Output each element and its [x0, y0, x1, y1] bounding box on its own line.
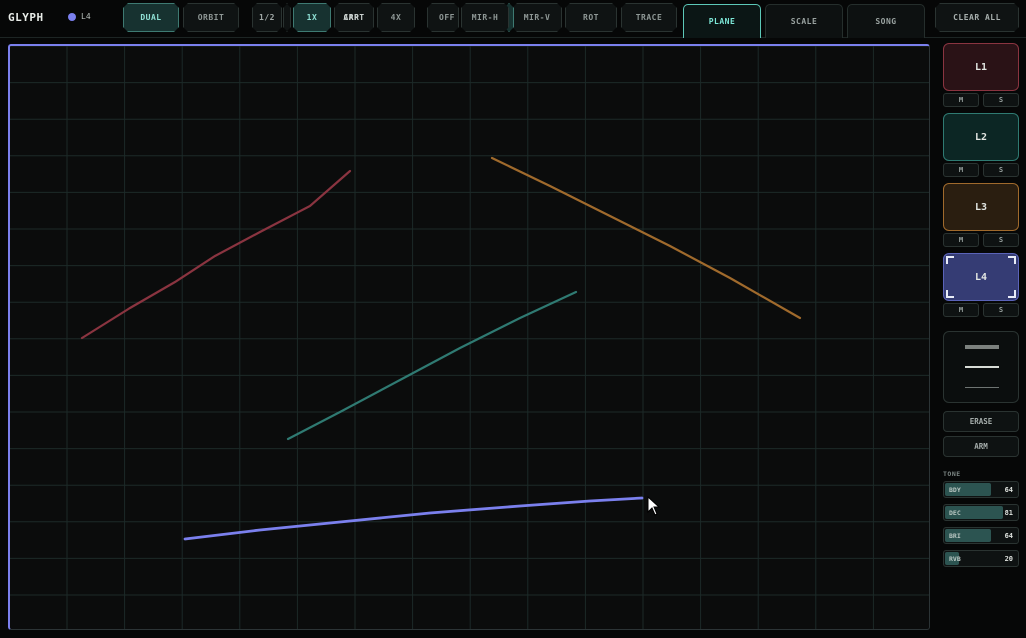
- stroke-l4[interactable]: [183, 496, 644, 541]
- erase-button[interactable]: ERASE: [943, 411, 1019, 432]
- stroke-l3[interactable]: [490, 156, 802, 320]
- layer-tile-label: L2: [974, 131, 988, 143]
- layer-tile-label: L4: [974, 271, 988, 283]
- mirror-horizontal-button[interactable]: MIR-H: [461, 3, 509, 32]
- mute-button-l1[interactable]: M: [943, 93, 979, 107]
- selection-corner-icon: [946, 290, 954, 298]
- tone-section-label: TONE: [943, 470, 961, 478]
- layer-tile-label: L1: [974, 61, 988, 73]
- slider-label: DEC: [949, 509, 961, 517]
- speed-half-button[interactable]: 1/2: [252, 3, 282, 32]
- mouse-cursor-icon: [647, 496, 661, 516]
- off-button[interactable]: OFF: [427, 3, 459, 32]
- tone-slider-body[interactable]: BDY 64: [943, 481, 1019, 498]
- slider-value: 20: [1004, 555, 1013, 563]
- mode-orbit-button[interactable]: ORBIT: [183, 3, 239, 32]
- selection-corner-icon: [1008, 290, 1016, 298]
- mute-button-l2[interactable]: M: [943, 163, 979, 177]
- tone-slider-decay[interactable]: DEC 81: [943, 504, 1019, 521]
- layer-tile-l1[interactable]: L1: [943, 43, 1019, 91]
- top-bar: GLYPH L4 DUAL ORBIT 1/2 1X ARP CART 4X O…: [0, 0, 1026, 38]
- canvas-grid: [10, 46, 929, 629]
- speed-1x-button[interactable]: 1X: [293, 3, 331, 32]
- layer-tile-label: L3: [974, 201, 988, 213]
- active-layer-dot-icon: [68, 12, 76, 21]
- solo-button-l3[interactable]: S: [983, 233, 1019, 247]
- brush-thin-icon[interactable]: [965, 387, 999, 388]
- layer-tile-l3[interactable]: L3: [943, 183, 1019, 231]
- solo-button-l2[interactable]: S: [983, 163, 1019, 177]
- selection-corner-icon: [946, 256, 954, 264]
- tone-slider-brightness[interactable]: BRI 64: [943, 527, 1019, 544]
- slider-value: 64: [1004, 486, 1013, 494]
- mode-dual-button[interactable]: DUAL: [123, 3, 179, 32]
- mute-button-l4[interactable]: M: [943, 303, 979, 317]
- layer-tile-l2[interactable]: L2: [943, 113, 1019, 161]
- stroke-l1[interactable]: [80, 169, 352, 340]
- trace-button[interactable]: TRACE: [621, 3, 677, 32]
- selection-corner-icon: [1008, 256, 1016, 264]
- slider-label: BRI: [949, 532, 961, 540]
- brush-thick-icon[interactable]: [965, 345, 999, 349]
- active-layer-indicator: L4: [68, 12, 91, 21]
- speed-divider-button[interactable]: [283, 3, 291, 32]
- tab-song[interactable]: SONG: [847, 4, 925, 38]
- mute-button-l3[interactable]: M: [943, 233, 979, 247]
- cart-label: CART: [343, 13, 365, 22]
- layer-tile-l4[interactable]: L4: [943, 253, 1019, 301]
- tab-scale[interactable]: SCALE: [765, 4, 843, 38]
- arp-button[interactable]: ARP CART: [334, 3, 374, 32]
- slider-label: RVB: [949, 555, 961, 563]
- tone-slider-reverb[interactable]: RVB 20: [943, 550, 1019, 567]
- off-label: OFF: [439, 13, 455, 22]
- solo-button-l1[interactable]: S: [983, 93, 1019, 107]
- arm-button[interactable]: ARM: [943, 436, 1019, 457]
- stroke-l2[interactable]: [286, 290, 578, 441]
- app-title: GLYPH: [8, 11, 44, 24]
- speed-4x-button[interactable]: 4X: [377, 3, 415, 32]
- brush-medium-icon[interactable]: [965, 366, 999, 368]
- clear-all-button[interactable]: CLEAR ALL: [935, 3, 1019, 32]
- solo-button-l4[interactable]: S: [983, 303, 1019, 317]
- slider-value: 64: [1004, 532, 1013, 540]
- slider-label: BDY: [949, 486, 961, 494]
- brush-width-selector: [943, 331, 1019, 403]
- active-layer-label: L4: [81, 12, 91, 21]
- rotate-button[interactable]: ROT: [565, 3, 617, 32]
- mirror-vertical-button[interactable]: MIR-V: [512, 3, 562, 32]
- canvas-svg[interactable]: [10, 46, 930, 630]
- slider-value: 81: [1004, 509, 1013, 517]
- drawing-canvas[interactable]: [8, 44, 930, 630]
- tab-plane[interactable]: PLANE: [683, 4, 761, 38]
